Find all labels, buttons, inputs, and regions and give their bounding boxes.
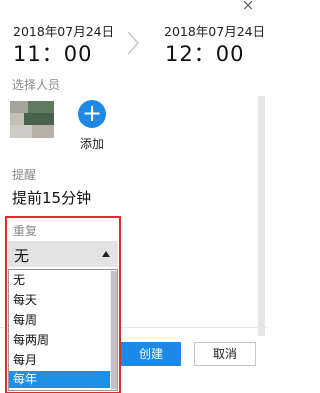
event-dialog: × 2018年07月24日 11：00 2018年07月24日 12：00 选择… [0,0,267,393]
repeat-section-label: 重复 [13,224,38,238]
repeat-option-daily[interactable]: 每天 [9,292,110,309]
end-time[interactable]: 12：00 [165,38,244,68]
chevron-right-icon [127,31,140,55]
avatar [10,101,54,138]
repeat-select[interactable]: 无 [8,241,118,267]
add-person-button[interactable]: + [78,100,106,128]
close-icon[interactable]: × [240,0,256,13]
start-time[interactable]: 11：00 [13,38,92,68]
repeat-option-monthly[interactable]: 每月 [9,352,110,369]
create-button[interactable]: 创建 [121,342,181,366]
repeat-dropdown-list: 无 每天 每周 每两周 每月 每年 [8,269,118,391]
repeat-selected-value: 无 [14,247,30,265]
caret-up-icon [102,251,110,257]
reminder-value[interactable]: 提前15分钟 [12,187,91,208]
people-section-label: 选择人员 [12,78,61,92]
repeat-option-weekly[interactable]: 每周 [9,312,110,329]
dropdown-scrollbar-thumb[interactable] [111,271,117,389]
form-scrollbar[interactable] [258,96,265,336]
reminder-section-label: 提醒 [12,168,37,182]
repeat-option-yearly[interactable]: 每年 [9,371,110,388]
plus-icon: + [81,99,103,127]
add-person-label[interactable]: 添加 [80,135,104,152]
cancel-button[interactable]: 取消 [194,342,256,366]
repeat-option-none[interactable]: 无 [9,272,110,289]
repeat-option-biweekly[interactable]: 每两周 [9,332,110,349]
